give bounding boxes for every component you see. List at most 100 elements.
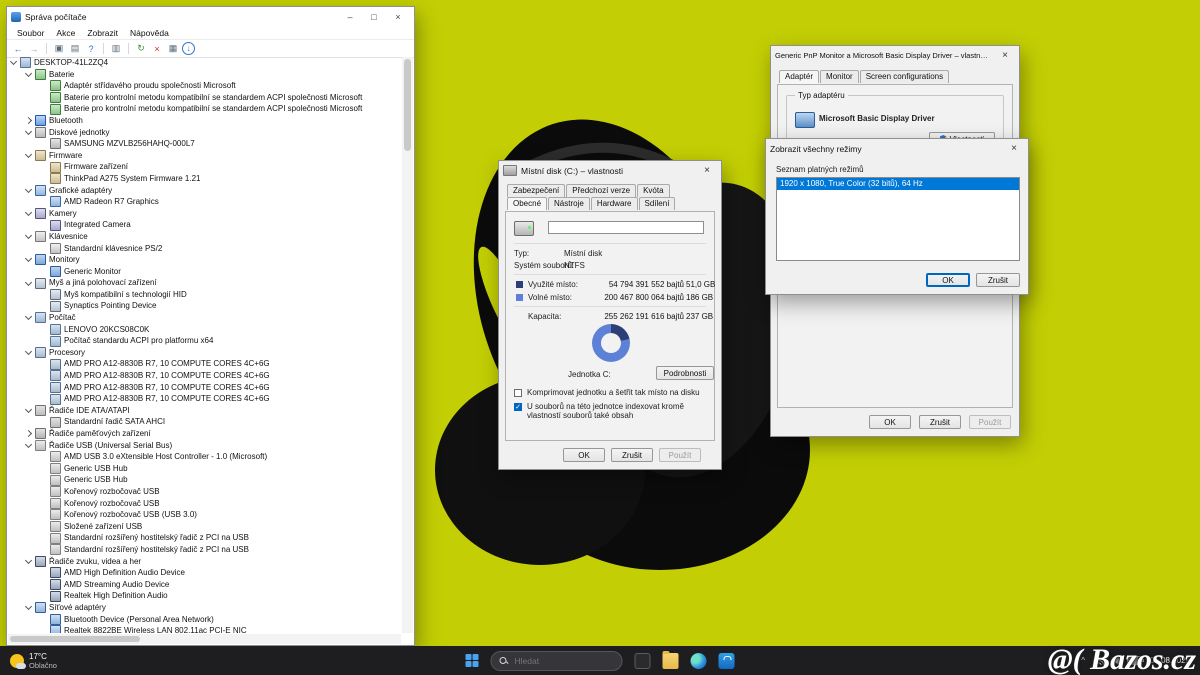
close-icon[interactable]: × <box>697 163 717 178</box>
tree-item[interactable]: Kořenový rozbočovač USB <box>8 498 401 510</box>
close-icon[interactable]: × <box>1004 141 1024 156</box>
window-button[interactable]: ▣ <box>52 42 66 55</box>
search-box[interactable] <box>491 651 623 671</box>
tab-na-stroje[interactable]: Nástroje <box>548 197 590 210</box>
tree-expander-icon[interactable] <box>25 117 32 124</box>
properties-button[interactable]: ▤ <box>68 42 82 55</box>
edge-icon[interactable] <box>691 653 707 669</box>
refresh-button[interactable]: ↻ <box>134 42 148 55</box>
tab-screen-configurations[interactable]: Screen configurations <box>860 70 949 83</box>
tree-item[interactable]: Baterie <box>8 69 401 81</box>
monitor-dialog-titlebar[interactable]: Generic PnP Monitor a Microsoft Basic Di… <box>771 46 1019 65</box>
maximize-button[interactable]: □ <box>362 8 386 25</box>
cancel-button[interactable]: Zrušit <box>976 273 1020 287</box>
help-button[interactable]: ? <box>84 42 98 55</box>
search-input[interactable] <box>513 655 614 667</box>
uninstall-button[interactable]: × <box>150 42 164 55</box>
vertical-scrollbar[interactable] <box>402 57 413 633</box>
tree-expander-icon[interactable] <box>25 407 32 414</box>
tree-item[interactable]: Generic USB Hub <box>8 474 401 486</box>
menu-soubor[interactable]: Soubor <box>11 28 50 38</box>
tree-item[interactable]: Řadiče paměťových zařízení <box>8 428 401 440</box>
tree-item[interactable]: Řadiče USB (Universal Serial Bus) <box>8 440 401 452</box>
tree-item[interactable]: Procesory <box>8 347 401 359</box>
tree-expander-icon[interactable] <box>25 71 32 78</box>
tab-monitor[interactable]: Monitor <box>820 70 859 83</box>
tree-item[interactable]: Bluetooth Device (Personal Area Network) <box>8 614 401 626</box>
ok-button[interactable]: OK <box>563 448 605 462</box>
tree-expander-icon[interactable] <box>25 233 32 240</box>
tree-item[interactable]: Kamery <box>8 208 401 220</box>
tree-expander-icon[interactable] <box>25 604 32 611</box>
tree-item[interactable]: Bluetooth <box>8 115 401 127</box>
cancel-button[interactable]: Zrušit <box>919 415 961 429</box>
tree-item[interactable]: Generic Monitor <box>8 266 401 278</box>
store-icon[interactable] <box>719 653 735 669</box>
tab-hardware[interactable]: Hardware <box>591 197 638 210</box>
tree-item[interactable]: AMD PRO A12-8830B R7, 10 COMPUTE CORES 4… <box>8 382 401 394</box>
tree-item[interactable]: AMD Streaming Audio Device <box>8 579 401 591</box>
tree-item[interactable]: Klávesnice <box>8 231 401 243</box>
tree-item[interactable]: Standardní řadič SATA AHCI <box>8 416 401 428</box>
scan-button[interactable]: ▦ <box>166 42 180 55</box>
tree-item[interactable]: Myš a jiná polohovací zařízení <box>8 277 401 289</box>
tab-sdi-leni-[interactable]: Sdílení <box>639 197 676 210</box>
tab-pr-edchozi-verze[interactable]: Předchozí verze <box>566 184 636 197</box>
update-driver-button[interactable]: ↓ <box>182 42 195 55</box>
tree-item[interactable]: Synaptics Pointing Device <box>8 300 401 312</box>
weather-widget[interactable]: 17°C Oblačno <box>0 652 57 670</box>
tree-item[interactable]: Integrated Camera <box>8 219 401 231</box>
forward-button[interactable]: → <box>27 42 41 55</box>
tree-item[interactable]: AMD PRO A12-8830B R7, 10 COMPUTE CORES 4… <box>8 358 401 370</box>
tree-item[interactable]: Baterie pro kontrolní metodu kompatibiln… <box>8 92 401 104</box>
tree-item[interactable]: Složené zařízení USB <box>8 521 401 533</box>
tree-item[interactable]: Firmware <box>8 150 401 162</box>
tab-adapte-r[interactable]: Adaptér <box>779 70 819 83</box>
horizontal-scrollbar[interactable] <box>8 634 401 644</box>
tree-item[interactable]: Kořenový rozbočovač USB (USB 3.0) <box>8 509 401 521</box>
close-button[interactable]: × <box>386 8 410 25</box>
back-button[interactable]: ← <box>11 42 25 55</box>
tree-expander-icon[interactable] <box>25 256 32 263</box>
tab-kvo-ta[interactable]: Kvóta <box>637 184 669 197</box>
scrollbar-thumb[interactable] <box>404 59 411 151</box>
tree-expander-icon[interactable] <box>25 129 32 136</box>
apply-button[interactable]: Použít <box>659 448 701 462</box>
tree-item[interactable]: Firmware zařízení <box>8 161 401 173</box>
tree-item[interactable]: SAMSUNG MZVLB256HAHQ-000L7 <box>8 138 401 150</box>
tree-item[interactable]: DESKTOP-41L2ZQ4 <box>8 57 401 69</box>
tree-expander-icon[interactable] <box>25 349 32 356</box>
menu-napoveda[interactable]: Nápověda <box>124 28 175 38</box>
tree-item[interactable]: Baterie pro kontrolní metodu kompatibiln… <box>8 103 401 115</box>
start-button[interactable] <box>466 654 479 667</box>
ok-button[interactable]: OK <box>926 273 970 287</box>
tree-item[interactable]: Počítač <box>8 312 401 324</box>
tree-item[interactable]: ThinkPad A275 System Firmware 1.21 <box>8 173 401 185</box>
tree-item[interactable]: Myš kompatibilní s technologií HID <box>8 289 401 301</box>
menu-akce[interactable]: Akce <box>50 28 81 38</box>
modes-dialog-titlebar[interactable]: Zobrazit všechny režimy × <box>766 139 1028 158</box>
close-icon[interactable]: × <box>995 48 1015 63</box>
device-manager-titlebar[interactable]: Správa počítače – □ × <box>7 7 414 26</box>
cancel-button[interactable]: Zrušit <box>611 448 653 462</box>
tree-item[interactable]: Monitory <box>8 254 401 266</box>
index-checkbox[interactable]: ✓ <box>514 403 522 411</box>
compress-checkbox[interactable] <box>514 389 522 397</box>
tree-item[interactable]: Počítač standardu ACPI pro platformu x64 <box>8 335 401 347</box>
modes-list[interactable]: 1920 x 1080, True Color (32 bitů), 64 Hz <box>776 177 1020 261</box>
tree-expander-icon[interactable] <box>25 430 32 437</box>
tab-zabezpec-eni-[interactable]: Zabezpečení <box>507 184 565 197</box>
tree-expander-icon[interactable] <box>25 187 32 194</box>
tree-expander-icon[interactable] <box>25 558 32 565</box>
task-view-icon[interactable] <box>635 653 651 669</box>
tree-expander-icon[interactable] <box>25 210 32 217</box>
tree-item[interactable]: AMD PRO A12-8830B R7, 10 COMPUTE CORES 4… <box>8 393 401 405</box>
tree-item[interactable]: Generic USB Hub <box>8 463 401 475</box>
tree-item[interactable]: AMD USB 3.0 eXtensible Host Controller -… <box>8 451 401 463</box>
tree-item[interactable]: AMD PRO A12-8830B R7, 10 COMPUTE CORES 4… <box>8 370 401 382</box>
tree-item[interactable]: LENOVO 20KCS08C0K <box>8 324 401 336</box>
tree-item[interactable]: Realtek High Definition Audio <box>8 590 401 602</box>
tree-item[interactable]: Diskové jednotky <box>8 127 401 139</box>
menu-zobrazit[interactable]: Zobrazit <box>81 28 124 38</box>
tree-item[interactable]: Standardní klávesnice PS/2 <box>8 243 401 255</box>
